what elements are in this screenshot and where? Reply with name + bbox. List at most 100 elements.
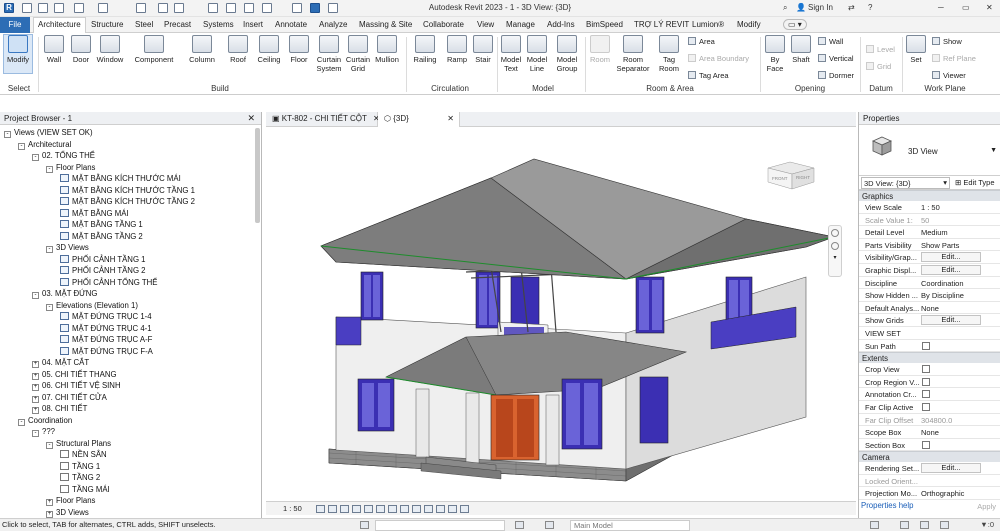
expand-icon[interactable]: + — [32, 407, 39, 414]
wall-opening-button[interactable]: Wall — [818, 37, 843, 46]
view-list-item[interactable]: TẦNG MÁI — [60, 484, 110, 495]
navigation-bar[interactable]: ▾ — [828, 225, 842, 277]
view-list-item[interactable]: MẶT BẰNG KÍCH THƯỚC TẦNG 2 — [60, 197, 195, 207]
level-button[interactable]: Level — [866, 45, 895, 54]
collapse-icon[interactable]: - — [4, 131, 11, 138]
tag-area-button[interactable]: Tag Area — [688, 71, 729, 80]
tab-bimspeed[interactable]: BimSpeed — [586, 20, 623, 29]
tab-annotate[interactable]: Annotate — [275, 20, 307, 29]
chevron-down-icon[interactable]: ▼ — [990, 147, 997, 154]
tab-systems[interactable]: Systems — [203, 20, 234, 29]
search-icon[interactable]: ⌕ — [783, 3, 787, 13]
property-checkbox[interactable] — [922, 440, 930, 449]
help-icon[interactable]: ? — [868, 3, 872, 12]
view-list-item[interactable]: MẶT BẰNG KÍCH THƯỚC TẦNG 1 — [60, 185, 195, 196]
tab-collaborate[interactable]: Collaborate — [423, 20, 464, 29]
active-workset-dropdown[interactable] — [375, 520, 505, 531]
view-list-item[interactable]: PHỐI CẢNH TẦNG 2 — [60, 266, 146, 276]
model-text-button[interactable]: Model Text — [499, 35, 523, 73]
exchange-icon[interactable]: ⇄ — [848, 3, 855, 12]
view-list-item[interactable]: MẶT ĐỨNG TRỤC 1-4 — [60, 312, 152, 322]
edit-button[interactable]: Edit... — [921, 463, 981, 474]
close-button[interactable]: ✕ — [986, 3, 993, 12]
ceiling-button[interactable]: Ceiling — [254, 35, 284, 64]
property-value[interactable]: By Discipline — [921, 291, 964, 300]
tree-node[interactable]: +08. CHI TIẾT — [32, 404, 87, 414]
visual-style-icon[interactable] — [328, 505, 337, 513]
tree-node[interactable]: + Floor Plans — [46, 496, 95, 506]
tab-view[interactable]: View — [477, 20, 494, 29]
property-value[interactable]: None — [921, 428, 939, 437]
roof-button[interactable]: Roof — [225, 35, 251, 64]
tree-node[interactable]: +07. CHI TIẾT CỬA — [32, 393, 107, 403]
design-option-dropdown[interactable]: Main Model — [570, 520, 690, 531]
room-separator-button[interactable]: Room Separator — [614, 35, 652, 73]
tree-node[interactable]: - Architectural — [18, 140, 71, 150]
3d-viewport[interactable]: FRONT RIGHT ▾ — [266, 127, 856, 501]
set-button[interactable]: Set — [905, 35, 927, 64]
tag-room-button[interactable]: Tag Room — [655, 35, 683, 73]
property-value[interactable]: Coordination — [921, 279, 964, 288]
vertical-opening-button[interactable]: Vertical — [818, 54, 854, 63]
model-line-button[interactable]: Model Line — [525, 35, 549, 73]
expand-icon[interactable]: + — [46, 510, 53, 518]
tree-node[interactable]: - Floor Plans — [46, 163, 95, 173]
restore-button[interactable]: ▭ — [962, 3, 970, 12]
property-checkbox[interactable] — [922, 365, 930, 374]
property-value[interactable]: Show Parts — [921, 241, 959, 250]
render-icon[interactable] — [364, 505, 373, 513]
property-value[interactable]: 1 : 50 — [921, 203, 940, 212]
sun-path-icon[interactable] — [340, 505, 349, 513]
view-list-item[interactable]: MẶT BẰNG MÁI — [60, 208, 129, 219]
property-value[interactable]: Orthographic — [921, 489, 964, 498]
crop-view-icon[interactable] — [376, 505, 385, 513]
select-links-icon[interactable] — [870, 521, 879, 529]
instance-filter-dropdown[interactable]: 3D View: {3D} ▾ — [861, 177, 950, 189]
editable-only-icon[interactable] — [515, 521, 524, 529]
view-list-item[interactable]: PHỐI CẢNH TẦNG 1 — [60, 254, 146, 265]
tree-node[interactable]: - Coordination — [18, 416, 72, 426]
tab-precast[interactable]: Precast — [164, 20, 191, 29]
ramp-button[interactable]: Ramp — [443, 35, 471, 64]
property-value[interactable]: None — [921, 304, 939, 313]
design-options-icon[interactable] — [545, 521, 554, 529]
viewcube[interactable]: FRONT RIGHT — [766, 160, 816, 190]
tree-node[interactable]: - Structural Plans — [46, 439, 111, 449]
view-list-item[interactable]: MẶT ĐỨNG TRỤC 4-1 — [60, 323, 152, 334]
tab-modify[interactable]: Modify — [737, 20, 761, 29]
by-face-button[interactable]: By Face — [764, 35, 786, 73]
filter-count[interactable]: ▼:0 — [980, 520, 994, 529]
expand-icon[interactable]: + — [32, 384, 39, 391]
scrollbar[interactable] — [255, 128, 260, 223]
properties-help-link[interactable]: Properties help — [861, 501, 913, 510]
property-checkbox[interactable] — [922, 402, 930, 411]
collapse-icon[interactable]: - — [46, 441, 53, 449]
collapse-icon[interactable]: - — [18, 418, 25, 426]
dormer-button[interactable]: Dormer — [818, 71, 854, 80]
curtain-grid-button[interactable]: Curtain Grid — [344, 35, 372, 73]
property-checkbox[interactable] — [922, 390, 930, 399]
view-scale[interactable]: 1 : 50 — [283, 504, 302, 513]
edit-button[interactable]: Edit... — [921, 315, 981, 326]
area-boundary-button[interactable]: Area Boundary — [688, 54, 749, 63]
view-list-item[interactable]: PHỐI CẢNH TỔNG THỂ — [60, 277, 158, 288]
collapse-icon[interactable]: - — [46, 303, 53, 311]
expand-icon[interactable]: + — [32, 395, 39, 403]
view-list-item[interactable]: MẶT BẰNG TẦNG 1 — [60, 220, 143, 230]
view-list-item[interactable]: MẶT BẰNG TẦNG 2 — [60, 231, 143, 242]
collapse-icon[interactable]: - — [18, 142, 25, 150]
tab-3d[interactable]: ⬡ {3D} ✕ — [378, 112, 460, 127]
view-list-item[interactable]: MẶT ĐỨNG TRỤC F-A — [60, 346, 153, 357]
mullion-button[interactable]: Mullion — [373, 35, 401, 64]
tab-lumion[interactable]: Lumion® — [692, 20, 724, 29]
room-button[interactable]: Room — [588, 35, 612, 64]
detail-level-icon[interactable] — [316, 505, 325, 513]
show-button[interactable]: Show — [932, 37, 962, 46]
analytical-model-icon[interactable] — [448, 505, 457, 513]
close-icon[interactable]: ✕ — [447, 114, 454, 123]
model-group-button[interactable]: Model Group — [553, 35, 581, 73]
property-checkbox[interactable] — [922, 341, 930, 350]
property-group-header[interactable]: Graphics — [859, 190, 1000, 201]
highlight-displacement-icon[interactable] — [460, 505, 469, 513]
tab-steel[interactable]: Steel — [135, 20, 153, 29]
